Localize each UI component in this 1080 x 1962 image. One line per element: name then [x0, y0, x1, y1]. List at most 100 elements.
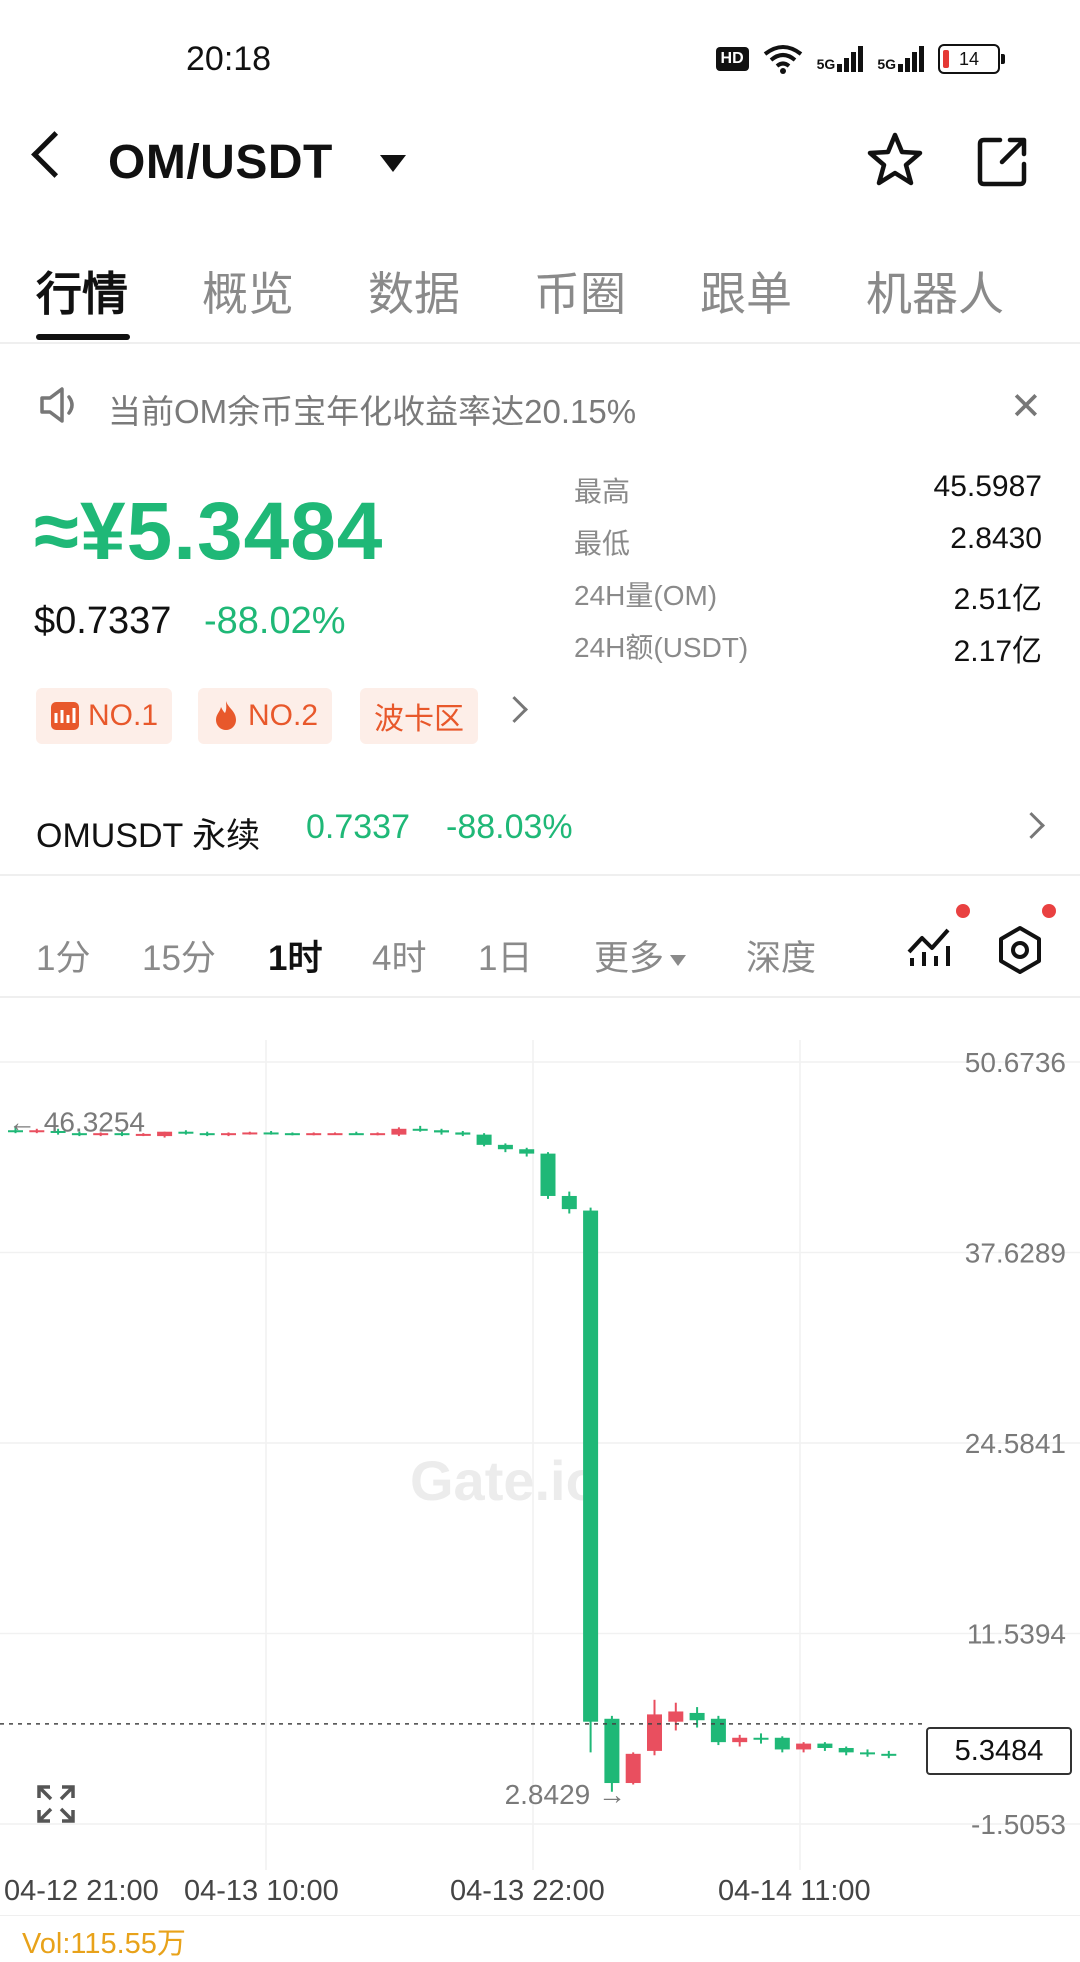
- candle-body: [860, 1752, 875, 1755]
- signal-icon: 5G: [817, 46, 864, 72]
- star-icon[interactable]: [866, 132, 924, 188]
- interval-1m[interactable]: 1分: [36, 930, 90, 981]
- candle-body: [604, 1718, 620, 1784]
- speaker-icon: [40, 387, 74, 423]
- candle-body: [689, 1712, 705, 1721]
- candle-body: [327, 1133, 343, 1136]
- divider: [0, 1915, 1080, 1916]
- notice-text[interactable]: 当前OM余币宝年化收益率达20.15%: [108, 385, 636, 433]
- tab-data[interactable]: 数据: [368, 258, 460, 324]
- notification-dot: [956, 904, 970, 918]
- candle-body: [455, 1132, 471, 1135]
- divider: [0, 874, 1080, 876]
- dropdown-caret-icon[interactable]: [380, 155, 406, 172]
- y-tick-label: -1.5053: [971, 1809, 1066, 1840]
- candle-body: [796, 1743, 812, 1750]
- candle-body: [199, 1133, 215, 1136]
- candle-body: [753, 1737, 769, 1740]
- candle-body: [178, 1131, 194, 1134]
- hd-icon: HD: [715, 47, 749, 71]
- rank-badge[interactable]: NO.1: [36, 688, 173, 744]
- stat-high: 最高 45.5987: [574, 470, 1042, 507]
- price-usd: $0.7337: [34, 600, 172, 642]
- interval-1h[interactable]: 1时: [268, 930, 322, 981]
- active-tab-indicator: [36, 334, 130, 340]
- divider: [0, 996, 1080, 998]
- candle-body: [263, 1132, 279, 1135]
- category-badge[interactable]: 波卡区: [360, 688, 478, 744]
- y-tick-label: 37.6289: [965, 1238, 1066, 1269]
- indicator-icon[interactable]: [904, 922, 954, 972]
- chevron-down-icon: [670, 955, 687, 967]
- candle-body: [710, 1718, 726, 1743]
- tab-overview[interactable]: 概览: [202, 258, 294, 324]
- candle-body: [476, 1134, 492, 1145]
- candle-body: [519, 1149, 535, 1154]
- candle-body: [391, 1128, 407, 1135]
- perpetual-change: -88.03%: [446, 808, 573, 846]
- interval-15m[interactable]: 15分: [142, 930, 216, 981]
- candle-body: [370, 1133, 386, 1136]
- current-price-label: 5.3484: [926, 1727, 1072, 1775]
- x-tick-label: 04-12 21:00: [4, 1875, 159, 1907]
- x-tick-label: 04-13 10:00: [184, 1875, 339, 1907]
- candle-body: [838, 1747, 854, 1753]
- depth-tab[interactable]: 深度: [746, 930, 816, 981]
- tab-bot[interactable]: 机器人: [866, 258, 1004, 324]
- chevron-right-icon[interactable]: [1018, 812, 1045, 839]
- candle-body: [306, 1133, 322, 1136]
- status-time: 20:18: [186, 40, 272, 78]
- divider: [0, 342, 1080, 344]
- y-tick-label: 11.5394: [967, 1619, 1066, 1650]
- candle-body: [668, 1711, 684, 1722]
- candle-body: [583, 1210, 599, 1722]
- wifi-icon: [763, 45, 802, 74]
- y-tick-label: 24.5841: [965, 1428, 1066, 1459]
- expand-icon[interactable]: [36, 1784, 76, 1824]
- chevron-right-icon[interactable]: [501, 696, 528, 723]
- candle-body: [774, 1737, 790, 1750]
- high-marker: ← 46.3254: [8, 1106, 145, 1137]
- candle-body: [221, 1133, 236, 1136]
- candle-body: [157, 1131, 173, 1137]
- candle-body: [881, 1753, 897, 1756]
- candle-body: [540, 1153, 556, 1196]
- candle-body: [412, 1128, 428, 1131]
- settings-icon[interactable]: [994, 924, 1046, 976]
- status-icons: HD 5G 5G 14: [715, 44, 1005, 74]
- candle-body: [817, 1743, 833, 1748]
- candle-body: [647, 1714, 662, 1751]
- tab-market[interactable]: 行情: [36, 258, 128, 324]
- candle-body: [625, 1753, 641, 1784]
- x-tick-label: 04-14 11:00: [718, 1875, 871, 1907]
- candle-body: [242, 1132, 258, 1135]
- interval-4h[interactable]: 4时: [372, 930, 426, 981]
- candle-body: [348, 1133, 364, 1136]
- hot-badge[interactable]: NO.2: [198, 688, 333, 744]
- candlestick-chart[interactable]: 50.6736 37.6289 24.5841 11.5394 -1.5053 ← 46.…: [0, 1040, 1080, 1870]
- notification-dot: [1042, 904, 1056, 918]
- price-cny: ≈¥5.3484: [34, 486, 384, 577]
- perpetual-name[interactable]: OMUSDT 永续: [36, 808, 260, 857]
- stat-volume: 24H量(OM) 2.51亿: [574, 580, 1042, 616]
- candle-body: [284, 1133, 300, 1136]
- stat-low: 最低 2.8430: [574, 522, 1042, 559]
- stat-turnover: 24H额(USDT) 2.17亿: [574, 632, 1042, 668]
- tab-copy-trade[interactable]: 跟单: [700, 258, 792, 324]
- signal-icon-2: 5G: [877, 46, 924, 72]
- perpetual-price: 0.7337: [306, 808, 410, 846]
- share-icon[interactable]: [976, 134, 1030, 188]
- fire-icon: [216, 701, 236, 730]
- candle-body: [434, 1130, 449, 1133]
- interval-1d[interactable]: 1日: [478, 930, 532, 981]
- candle-body: [732, 1737, 748, 1743]
- price-change: -88.02%: [204, 600, 346, 642]
- pair-title[interactable]: OM/USDT: [108, 135, 333, 190]
- chart-rank-icon: [51, 702, 79, 730]
- candle-body: [561, 1195, 577, 1210]
- low-marker: 2.8429 →: [505, 1779, 626, 1810]
- tab-community[interactable]: 币圈: [534, 258, 626, 324]
- interval-more[interactable]: 更多: [594, 930, 687, 981]
- close-icon[interactable]: ✕: [1010, 384, 1042, 429]
- back-icon[interactable]: [31, 131, 78, 178]
